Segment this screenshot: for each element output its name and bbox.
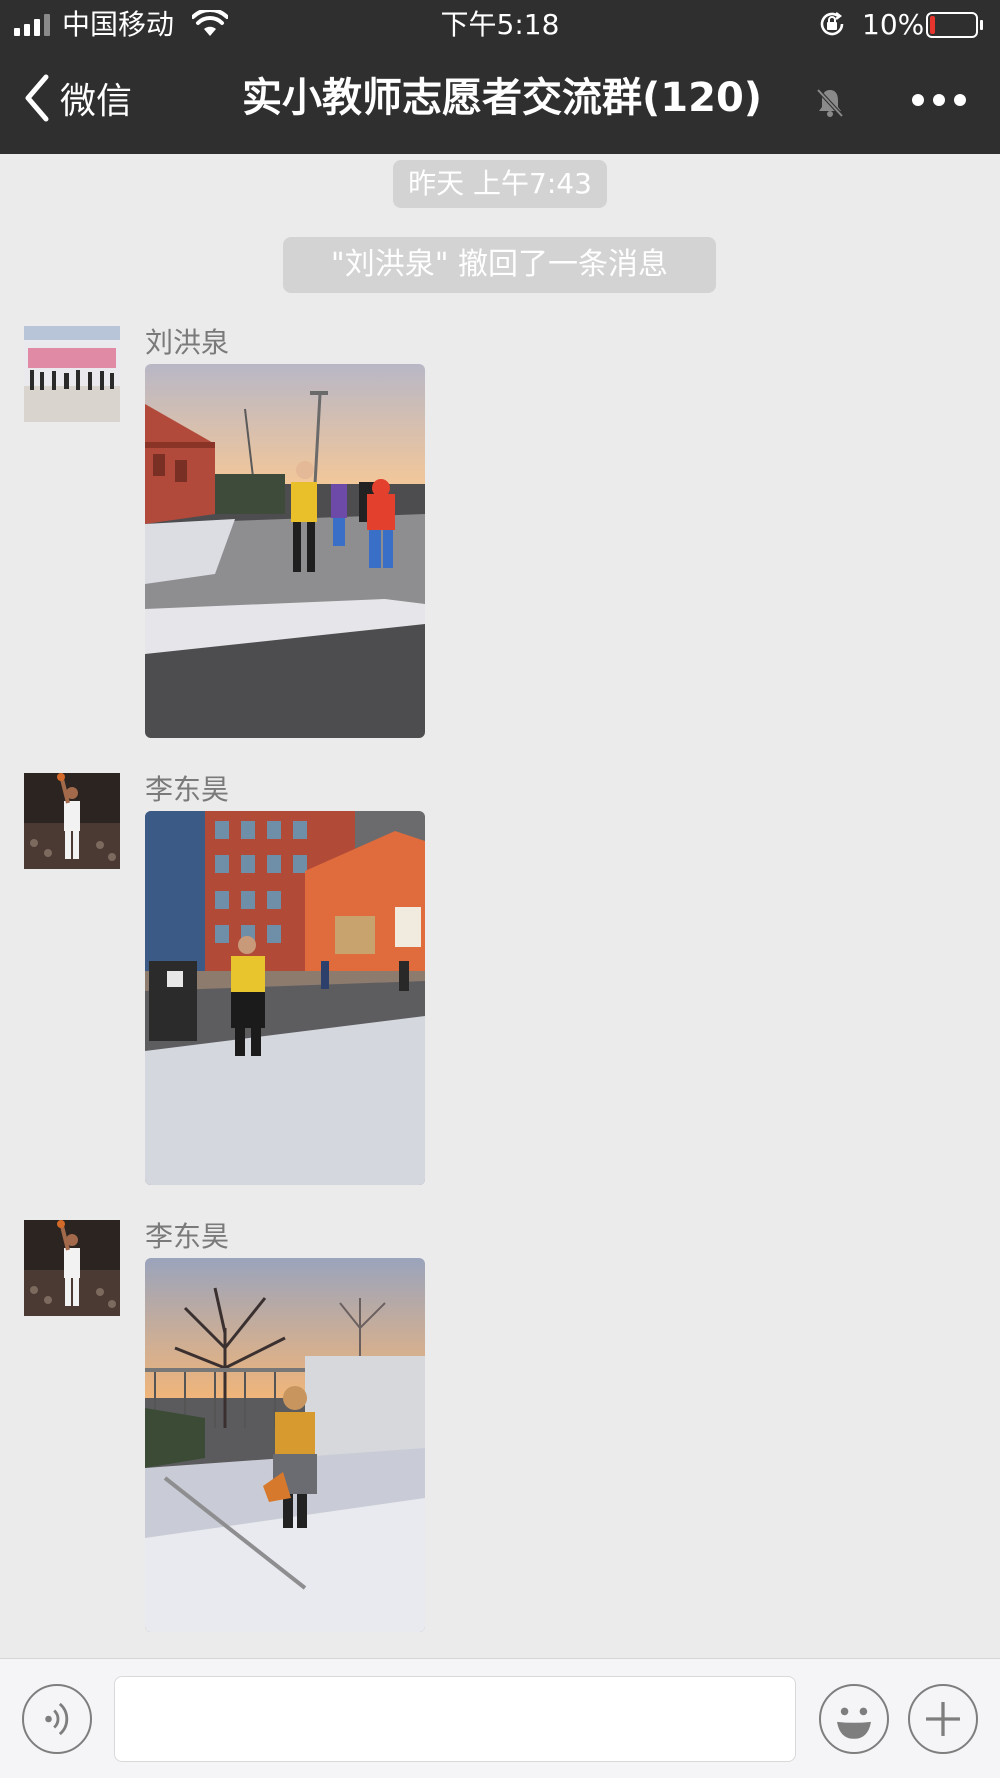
recall-notice: "刘洪泉" 撤回了一条消息 [283,237,716,293]
chat-title: 实小教师志愿者交流群(120) [242,75,763,121]
emoji-button[interactable] [819,1684,889,1754]
battery-icon [926,12,983,38]
avatar-photo [24,1220,120,1316]
input-bar [0,1658,1000,1778]
avatar-photo [24,773,120,869]
photo-volunteer-by-wall [145,1258,425,1632]
image-message[interactable] [145,364,425,738]
back-button[interactable]: 微信 [22,70,132,126]
mute-bell-icon [816,88,844,118]
photo-volunteer-at-school-gate [145,811,425,1185]
status-time: 下午5:18 [440,8,560,41]
image-message[interactable] [145,1258,425,1632]
more-icon[interactable] [910,88,968,112]
sender-name: 李东昊 [145,1220,230,1253]
avatar-photo [24,326,120,422]
sender-name: 刘洪泉 [145,326,230,359]
rotation-lock-icon [820,12,844,36]
plus-icon [926,1702,960,1736]
back-chevron-icon [25,74,49,122]
header: 中国移动 下午5:18 10% 微信 实小教师志愿者交流群(120) [0,0,1000,154]
sender-name: 李东昊 [145,773,230,806]
message-input[interactable] [114,1676,796,1762]
photo-volunteers-with-children [145,364,425,738]
image-message[interactable] [145,811,425,1185]
status-bar: 中国移动 下午5:18 10% [0,0,1000,50]
avatar[interactable] [24,326,120,422]
chat-timestamp: 昨天 上午7:43 [393,160,607,208]
nav-bar: 微信 实小教师志愿者交流群(120) [0,58,1000,144]
battery-percent: 10% [862,8,925,41]
avatar[interactable] [24,1220,120,1316]
voice-button[interactable] [22,1684,92,1754]
plus-button[interactable] [908,1684,978,1754]
back-label: 微信 [60,81,133,122]
avatar[interactable] [24,773,120,869]
voice-icon [45,1702,69,1736]
emoji-icon [837,1707,871,1739]
